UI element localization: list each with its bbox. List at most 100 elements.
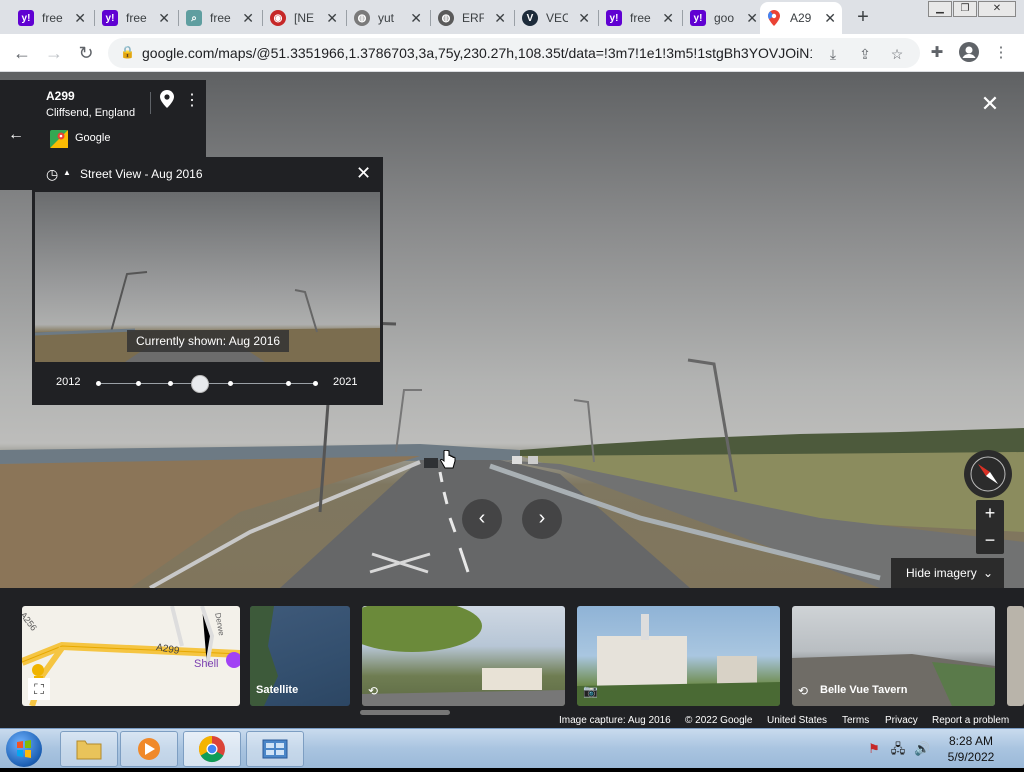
tab-title: yut [378,11,395,25]
slider-tick[interactable] [168,381,173,386]
tab-8[interactable]: y! free ✕ [600,4,680,32]
tab-title: free [210,11,231,25]
privacy-link[interactable]: Privacy [885,715,918,726]
close-street-view-button[interactable]: ✕ [978,92,1002,116]
filmstrip-scrollbar[interactable] [360,710,450,715]
report-problem-link[interactable]: Report a problem [932,715,1009,726]
file-explorer-taskbar-button[interactable] [60,731,118,767]
chrome-icon [198,735,225,763]
close-icon[interactable]: ✕ [74,10,86,27]
tab-2[interactable]: y! free ✕ [96,4,176,32]
caret-up-icon[interactable]: ▲ [63,168,71,177]
windows-logo-icon [17,740,31,758]
menu-kebab-icon[interactable]: ⋮ [990,42,1012,64]
hide-imagery-button[interactable]: Hide imagery ⌄ [891,558,1004,588]
country-link[interactable]: United States [767,715,827,726]
imagery-filmstrip: A256 A299 Shell Derwe ⛶ Satellite ⟲ 📷 ⟲ … [0,588,1024,728]
close-icon[interactable]: ✕ [356,163,371,184]
tab-1[interactable]: y! free ✕ [12,4,92,32]
share-icon[interactable]: ⇪ [854,43,876,65]
profile-avatar-icon[interactable] [958,42,980,64]
bookmark-star-icon[interactable]: ☆ [886,43,908,65]
history-icon[interactable]: ◷ [46,166,58,183]
tab-6[interactable]: ◍ ERF ✕ [432,4,512,32]
system-clock[interactable]: 8:28 AM 5/9/2022 [936,733,1006,765]
photo-thumbnail[interactable]: ⟲ [362,606,565,706]
media-player-taskbar-button[interactable] [120,731,178,767]
photo-thumbnail[interactable]: 📷 [577,606,780,706]
tab-4[interactable]: ◉ [NE ✕ [264,4,344,32]
extensions-icon[interactable]: ✚ [926,42,948,64]
tab-10-active[interactable]: A29 ✕ [760,2,842,34]
close-icon[interactable]: ✕ [242,10,254,27]
slider-tick[interactable] [313,381,318,386]
restore-button[interactable]: ❐ [953,1,977,17]
download-icon[interactable]: ⤓ [822,43,844,65]
zoom-controls: + − [976,500,1004,554]
forward-button[interactable]: → [42,41,66,65]
yahoo-icon: y! [690,10,706,26]
close-icon[interactable]: ✕ [410,10,422,27]
zoom-out-button[interactable]: − [976,527,1004,554]
new-tab-button[interactable]: + [852,6,874,28]
navigate-back-chevron[interactable]: ‹ [462,499,502,539]
street-view-panorama[interactable]: ← A299 Cliffsend, England ⋮ Google ✕ ◷ ▲… [0,72,1024,588]
expand-map-icon[interactable]: ⛶ [28,678,50,700]
photo-thumbnail[interactable]: ⟲ Belle Vue Tavern [792,606,995,706]
hide-imagery-label: Hide imagery [906,566,977,580]
start-year: 2012 [56,376,81,388]
yahoo-icon: y! [606,10,622,26]
time-machine-header: ◷ ▲ Street View - Aug 2016 ✕ [32,157,383,191]
tab-title: A29 [790,11,812,25]
google-maps-icon [766,10,782,26]
close-icon[interactable]: ✕ [746,10,758,27]
volume-icon[interactable]: 🔊 [914,741,930,757]
chrome-taskbar-button[interactable] [183,731,241,767]
control-panel-taskbar-button[interactable] [246,731,304,767]
window-close-button[interactable]: ✕ [978,1,1016,17]
close-icon[interactable]: ✕ [326,10,338,27]
satellite-thumbnail[interactable]: Satellite [250,606,350,706]
tab-9[interactable]: y! goo ✕ [684,4,764,32]
terms-link[interactable]: Terms [842,715,869,726]
slider-tick[interactable] [286,381,291,386]
more-options-icon[interactable]: ⋮ [184,90,200,110]
reload-button[interactable]: ↻ [74,41,98,65]
close-icon[interactable]: ✕ [824,10,836,27]
close-icon[interactable]: ✕ [662,10,674,27]
tab-7[interactable]: V VEC ✕ [516,4,596,32]
tavern-label: Belle Vue Tavern [820,684,908,696]
minimize-button[interactable]: ▁ [928,1,952,17]
url-text[interactable]: google.com/maps/@51.3351966,1.3786703,3a… [142,45,812,61]
ne-logo-icon: ◉ [270,10,286,26]
photo-scene [362,606,565,706]
folder-icon [76,740,102,760]
address-bar[interactable]: 🔒 google.com/maps/@51.3351966,1.3786703,… [108,38,920,68]
tab-5[interactable]: ◍ yut ✕ [348,4,428,32]
map-thumbnail[interactable]: A256 A299 Shell Derwe ⛶ [22,606,240,706]
network-icon[interactable]: 🖧 [890,741,906,757]
windows-taskbar: ⚑ 🖧 🔊 8:28 AM 5/9/2022 [0,728,1024,768]
compass-icon[interactable] [964,450,1012,498]
tab-3[interactable]: ⌕ free ✕ [180,4,260,32]
close-icon[interactable]: ✕ [158,10,170,27]
action-center-flag-icon[interactable]: ⚑ [866,741,882,757]
lock-icon[interactable]: 🔒 [120,45,135,59]
slider-tick[interactable] [228,381,233,386]
start-button[interactable] [6,731,42,767]
provider-name: Google [75,132,111,144]
clock-time: 8:28 AM [948,734,994,748]
slider-tick[interactable] [96,381,101,386]
slider-thumb[interactable] [191,375,210,393]
globe-icon: ◍ [354,10,370,26]
back-button[interactable]: ← [10,41,34,65]
location-pin-icon[interactable] [160,90,174,113]
zoom-in-button[interactable]: + [976,500,1004,527]
year-slider[interactable]: 2012 2021 [32,372,383,396]
navigate-forward-chevron[interactable]: › [522,499,562,539]
close-icon[interactable]: ✕ [578,10,590,27]
slider-tick[interactable] [136,381,141,386]
back-to-map-button[interactable]: ← [0,80,32,190]
photo-thumbnail[interactable] [1007,606,1024,706]
close-icon[interactable]: ✕ [494,10,506,27]
